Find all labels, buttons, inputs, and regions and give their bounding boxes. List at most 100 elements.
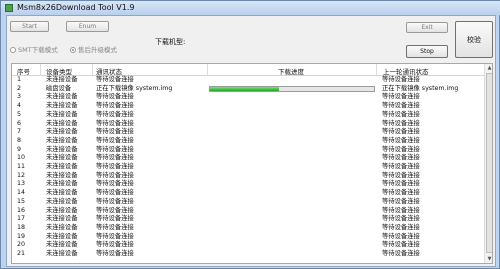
cell-comm-status: 等待设备连接 [96,119,134,127]
cell-device-type: 未连接设备 [46,215,78,223]
start-button[interactable]: Start [10,21,49,32]
smt-mode-radio[interactable]: SMT下载模式 [10,44,58,54]
table-row[interactable]: 6 未连接设备 等待设备连接 等待设备连接 [12,120,484,128]
cell-device-type: 未连接设备 [46,76,78,83]
stop-button[interactable]: Stop [406,45,448,58]
enum-button[interactable]: Enum [66,21,109,32]
cell-index: 2 [17,84,22,92]
cell-index: 3 [17,93,22,101]
cell-comm-status: 等待设备连接 [96,223,134,231]
cell-comm-status: 等待设备连接 [96,250,134,257]
table-row[interactable]: 1 未连接设备 等待设备连接 等待设备连接 [12,76,484,84]
cell-last-status: 等待设备连接 [382,232,420,240]
header-download-progress: 下载进度 [278,68,304,76]
table-row[interactable]: 14 未连接设备 等待设备连接 等待设备连接 [12,189,484,197]
cell-device-type: 未连接设备 [46,102,78,110]
table-row[interactable]: 16 未连接设备 等待设备连接 等待设备连接 [12,207,484,215]
cell-last-status: 等待设备连接 [382,206,420,214]
cell-index: 1 [17,76,22,83]
cell-device-type: 未连接设备 [46,119,78,127]
cell-device-type: 未连接设备 [46,223,78,231]
cell-comm-status: 正在下载镜像 system.img [96,84,173,92]
cell-comm-status: 等待设备连接 [96,189,134,197]
table-row[interactable]: 4 未连接设备 等待设备连接 等待设备连接 [12,102,484,110]
verify-button[interactable]: 校验 [455,21,493,58]
cell-device-type: 未连接设备 [46,110,78,118]
cell-device-type: 未连接设备 [46,128,78,136]
cell-comm-status: 等待设备连接 [96,241,134,249]
cell-comm-status: 等待设备连接 [96,163,134,170]
window-title: Msm8x26Download Tool V1.9 [17,3,135,12]
cell-last-status: 等待设备连接 [382,145,420,153]
smt-mode-label: SMT下载模式 [18,46,58,54]
cell-index: 17 [17,215,26,223]
vertical-scrollbar[interactable]: ▲ ▼ [484,64,492,263]
table-row[interactable]: 15 未连接设备 等待设备连接 等待设备连接 [12,198,484,206]
cell-comm-status: 等待设备连接 [96,136,134,144]
cell-index: 10 [17,154,26,162]
scroll-up-icon[interactable]: ▲ [486,64,492,72]
cell-device-type: 未连接设备 [46,241,78,249]
table-row[interactable]: 2 磁盘设备 正在下载镜像 system.img 正在下载镜像 system.img [12,85,484,93]
cell-comm-status: 等待设备连接 [96,180,134,188]
after-sales-mode-label: 售后升级模式 [78,46,117,54]
cell-device-type: 未连接设备 [46,145,78,153]
table-row[interactable]: 17 未连接设备 等待设备连接 等待设备连接 [12,215,484,223]
cell-last-status: 等待设备连接 [382,180,420,188]
cell-device-type: 未连接设备 [46,232,78,240]
table-row[interactable]: 10 未连接设备 等待设备连接 等待设备连接 [12,154,484,162]
table-row[interactable]: 13 未连接设备 等待设备连接 等待设备连接 [12,180,484,188]
cell-index: 15 [17,197,26,205]
cell-last-status: 等待设备连接 [382,241,420,249]
cell-last-status: 等待设备连接 [382,154,420,162]
cell-device-type: 未连接设备 [46,171,78,179]
after-sales-mode-radio[interactable]: 售后升级模式 [70,44,117,54]
cell-device-type: 未连接设备 [46,154,78,162]
table-row[interactable]: 21 未连接设备 等待设备连接 等待设备连接 [12,250,484,258]
cell-comm-status: 等待设备连接 [96,110,134,118]
table-row[interactable]: 12 未连接设备 等待设备连接 等待设备连接 [12,172,484,180]
table-row[interactable]: 18 未连接设备 等待设备连接 等待设备连接 [12,224,484,232]
cell-last-status: 等待设备连接 [382,110,420,118]
cell-index: 13 [17,180,26,188]
scroll-thumb[interactable] [486,73,492,253]
progress-fill [210,86,279,91]
table-row[interactable]: 7 未连接设备 等待设备连接 等待设备连接 [12,128,484,136]
header-index: 序号 [17,68,30,76]
cell-comm-status: 等待设备连接 [96,197,134,205]
exit-button[interactable]: Exit [406,22,448,33]
cell-index: 12 [17,171,26,179]
header-comm-status: 通讯状态 [96,68,122,76]
table-row[interactable]: 3 未连接设备 等待设备连接 等待设备连接 [12,93,484,101]
cell-index: 11 [17,163,26,170]
table-row[interactable]: 20 未连接设备 等待设备连接 等待设备连接 [12,241,484,249]
cell-last-status: 等待设备连接 [382,189,420,197]
cell-last-status: 等待设备连接 [382,171,420,179]
cell-device-type: 未连接设备 [46,163,78,170]
cell-device-type: 未连接设备 [46,197,78,205]
scroll-down-icon[interactable]: ▼ [486,255,492,263]
cell-last-status: 等待设备连接 [382,102,420,110]
cell-index: 9 [17,145,22,153]
table-row[interactable]: 11 未连接设备 等待设备连接 等待设备连接 [12,163,484,171]
cell-device-type: 未连接设备 [46,93,78,101]
download-model-label: 下载机型: [155,38,186,46]
cell-last-status: 等待设备连接 [382,197,420,205]
cell-index: 5 [17,110,22,118]
table-row[interactable]: 5 未连接设备 等待设备连接 等待设备连接 [12,111,484,119]
cell-last-status: 等待设备连接 [382,119,420,127]
cell-comm-status: 等待设备连接 [96,102,134,110]
cell-comm-status: 等待设备连接 [96,171,134,179]
cell-index: 4 [17,102,22,110]
table-row[interactable]: 8 未连接设备 等待设备连接 等待设备连接 [12,137,484,145]
table-row[interactable]: 9 未连接设备 等待设备连接 等待设备连接 [12,146,484,154]
cell-comm-status: 等待设备连接 [96,145,134,153]
cell-comm-status: 等待设备连接 [96,93,134,101]
title-bar[interactable]: Msm8x26Download Tool V1.9 [1,1,500,15]
cell-index: 14 [17,189,26,197]
table-row[interactable]: 19 未连接设备 等待设备连接 等待设备连接 [12,233,484,241]
cell-index: 21 [17,250,26,257]
cell-index: 20 [17,241,26,249]
cell-last-status: 正在下载镜像 system.img [382,84,459,92]
cell-index: 8 [17,136,22,144]
